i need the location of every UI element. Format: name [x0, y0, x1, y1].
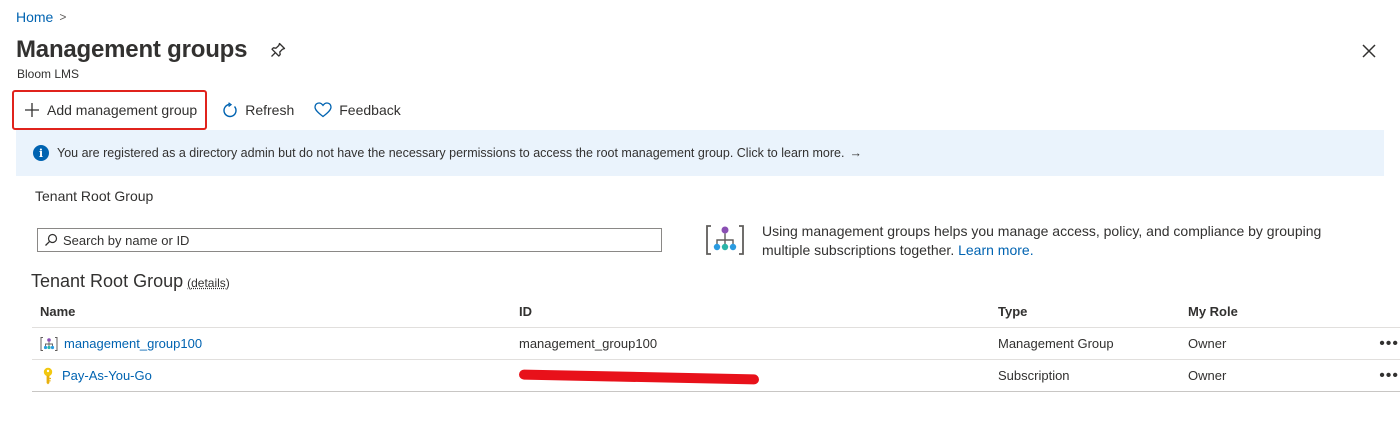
arrow-right-icon: → [849, 146, 862, 160]
page-subtitle: Bloom LMS [17, 67, 80, 81]
breadcrumb-home-link[interactable]: Home [16, 9, 53, 25]
refresh-label: Refresh [245, 102, 295, 118]
feedback-button[interactable]: Feedback [304, 92, 410, 128]
heart-icon [314, 102, 332, 118]
row-id-redacted [510, 368, 989, 385]
row-id: management_group100 [519, 336, 658, 351]
column-header-type[interactable]: Type [989, 304, 1179, 319]
management-groups-table: Name ID Type My Role management_group100… [32, 296, 1400, 392]
plus-icon [25, 103, 39, 117]
more-options-icon[interactable]: ••• [1359, 335, 1399, 353]
breadcrumb: Home > [16, 9, 66, 25]
search-box [37, 228, 662, 252]
more-options-icon[interactable]: ••• [1359, 367, 1399, 385]
details-link[interactable]: (details) [187, 276, 230, 290]
column-header-role[interactable]: My Role [1179, 304, 1359, 319]
row-role: Owner [1188, 368, 1227, 383]
row-role: Owner [1188, 336, 1227, 351]
row-name-link[interactable]: Pay-As-You-Go [62, 368, 152, 383]
add-management-group-button[interactable]: Add management group [12, 90, 208, 130]
feedback-label: Feedback [339, 102, 401, 118]
search-icon [45, 233, 58, 246]
scope-label: Tenant Root Group [35, 188, 154, 204]
row-type: Management Group [998, 336, 1114, 351]
table-row[interactable]: Pay-As-You-Go Subscription Owner ••• [32, 360, 1400, 392]
add-management-group-label: Add management group [47, 102, 198, 118]
promo-text: Using management groups helps you manage… [762, 222, 1352, 260]
info-banner[interactable]: i You are registered as a directory admi… [16, 130, 1384, 176]
table-header: Name ID Type My Role [32, 296, 1400, 328]
column-header-id[interactable]: ID [510, 304, 989, 319]
info-promo: Using management groups helps you manage… [705, 222, 1352, 260]
refresh-icon [223, 101, 237, 117]
info-message: You are registered as a directory admin … [57, 146, 845, 160]
refresh-button[interactable]: Refresh [211, 92, 304, 128]
row-type: Subscription [998, 368, 1070, 383]
close-icon[interactable] [1360, 42, 1378, 60]
group-title: Tenant Root Group [31, 271, 184, 291]
table-row[interactable]: management_group100 management_group100 … [32, 328, 1400, 360]
pin-icon[interactable] [269, 41, 287, 59]
management-group-icon [40, 336, 58, 351]
key-icon [43, 367, 53, 384]
row-name-link[interactable]: management_group100 [64, 336, 202, 351]
redaction-mark [518, 369, 760, 385]
management-group-icon [706, 225, 744, 255]
search-input[interactable] [63, 232, 643, 248]
info-icon: i [33, 145, 49, 161]
command-bar: Add management group Refresh Feedback [12, 90, 411, 130]
promo-description: Using management groups helps you manage… [762, 223, 1322, 258]
breadcrumb-separator: > [59, 10, 67, 24]
page-header: Management groups [16, 36, 287, 64]
group-heading: Tenant Root Group (details) [31, 271, 230, 292]
column-header-name[interactable]: Name [32, 304, 510, 319]
page-title: Management groups [16, 36, 248, 63]
learn-more-link[interactable]: Learn more. [958, 242, 1033, 258]
